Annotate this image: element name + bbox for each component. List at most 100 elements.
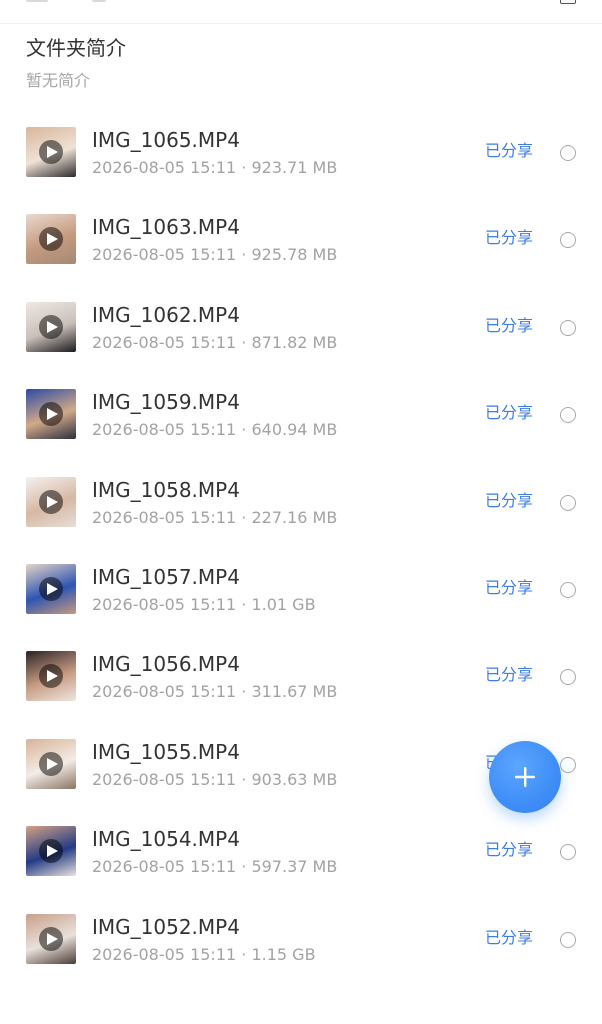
file-meta: 2026-08-05 15:11 · 1.01 GB [92, 594, 316, 616]
share-status[interactable]: 已分享 [485, 577, 533, 599]
meta-separator: · [236, 420, 252, 440]
video-thumbnail[interactable] [26, 651, 76, 702]
play-icon [39, 839, 63, 864]
file-name: IMG_1058.MP4 [92, 477, 240, 502]
file-date: 2026-08-05 15:11 [92, 158, 237, 177]
file-meta: 2026-08-05 15:11 · 903.63 MB [92, 769, 337, 791]
file-row[interactable]: IMG_1059.MP4 2026-08-05 15:11 · 640.94 M… [0, 370, 602, 457]
share-status[interactable]: 已分享 [485, 402, 533, 424]
file-size: 1.15 GB [251, 944, 316, 964]
back-icon[interactable] [26, 0, 48, 2]
file-name: IMG_1054.MP4 [92, 827, 240, 852]
file-meta: 2026-08-05 15:11 · 871.82 MB [92, 332, 337, 354]
meta-separator: · [236, 857, 252, 877]
share-status[interactable]: 已分享 [485, 227, 533, 249]
file-row[interactable]: IMG_1062.MP4 2026-08-05 15:11 · 871.82 M… [0, 283, 602, 370]
play-icon [39, 751, 63, 776]
video-thumbnail[interactable] [26, 913, 76, 964]
folder-info: 文件夹简介 暂无简介 [26, 34, 126, 92]
select-radio[interactable] [560, 232, 576, 249]
plus-icon [515, 767, 535, 787]
file-date: 2026-08-05 15:11 [92, 332, 237, 352]
share-status[interactable]: 已分享 [485, 140, 533, 162]
select-radio[interactable] [560, 756, 576, 773]
file-date: 2026-08-05 15:11 [92, 420, 237, 440]
more-icon[interactable] [560, 0, 576, 4]
file-name: IMG_1063.MP4 [92, 215, 240, 240]
folder-title: 文件夹简介 [26, 36, 126, 60]
meta-separator: · [236, 594, 252, 614]
share-status[interactable]: 已分享 [485, 315, 533, 337]
file-meta: 2026-08-05 15:11 · 1.15 GB [92, 944, 316, 966]
video-thumbnail[interactable] [26, 301, 76, 352]
file-date: 2026-08-05 15:11 [92, 769, 237, 789]
share-status[interactable]: 已分享 [485, 927, 533, 949]
select-radio[interactable] [560, 669, 576, 686]
file-row[interactable]: IMG_1052.MP4 2026-08-05 15:11 · 1.15 GB … [0, 895, 602, 982]
folder-description: 暂无简介 [26, 71, 91, 90]
play-icon [39, 314, 63, 339]
file-row[interactable]: IMG_1058.MP4 2026-08-05 15:11 · 227.16 M… [0, 458, 602, 545]
file-list: IMG_1065.MP4 2026-08-05 15:11 · 923.71 M… [0, 108, 602, 982]
select-radio[interactable] [560, 581, 576, 598]
meta-separator: · [236, 245, 252, 265]
play-icon [39, 489, 63, 514]
file-row[interactable]: IMG_1054.MP4 2026-08-05 15:11 · 597.37 M… [0, 807, 602, 894]
meta-separator: · [236, 158, 252, 177]
file-name: IMG_1059.MP4 [92, 390, 240, 415]
file-meta: 2026-08-05 15:11 · 311.67 MB [92, 681, 337, 703]
select-radio[interactable] [560, 319, 576, 336]
file-meta: 2026-08-05 15:11 · 923.71 MB [92, 157, 337, 179]
select-radio[interactable] [560, 844, 576, 861]
play-icon [39, 402, 63, 427]
file-row[interactable]: IMG_1056.MP4 2026-08-05 15:11 · 311.67 M… [0, 632, 602, 719]
file-date: 2026-08-05 15:11 [92, 245, 237, 265]
file-size: 923.71 MB [251, 158, 338, 177]
select-radio[interactable] [560, 494, 576, 511]
share-status[interactable]: 已分享 [485, 839, 533, 861]
file-name: IMG_1055.MP4 [92, 739, 240, 764]
play-icon [39, 664, 63, 689]
play-icon [39, 227, 63, 252]
file-date: 2026-08-05 15:11 [92, 507, 237, 527]
file-meta: 2026-08-05 15:11 · 640.94 MB [92, 419, 337, 441]
file-row[interactable]: IMG_1057.MP4 2026-08-05 15:11 · 1.01 GB … [0, 545, 602, 632]
file-name: IMG_1057.MP4 [92, 564, 240, 589]
share-status[interactable]: 已分享 [485, 490, 533, 512]
file-size: 903.63 MB [251, 769, 338, 789]
file-meta: 2026-08-05 15:11 · 227.16 MB [92, 507, 337, 529]
meta-separator: · [236, 332, 252, 352]
file-name: IMG_1065.MP4 [92, 128, 240, 152]
file-size: 311.67 MB [251, 682, 338, 702]
file-size: 227.16 MB [251, 507, 338, 527]
file-size: 925.78 MB [251, 245, 338, 265]
video-thumbnail[interactable] [26, 738, 76, 789]
meta-separator: · [236, 769, 252, 789]
file-date: 2026-08-05 15:11 [92, 682, 237, 702]
file-name: IMG_1056.MP4 [92, 652, 240, 677]
title-fragment [92, 0, 106, 2]
file-row[interactable]: IMG_1065.MP4 2026-08-05 15:11 · 923.71 M… [0, 108, 602, 195]
file-meta: 2026-08-05 15:11 · 925.78 MB [92, 244, 337, 266]
select-radio[interactable] [560, 407, 576, 424]
video-thumbnail[interactable] [26, 826, 76, 877]
video-thumbnail[interactable] [26, 127, 76, 177]
file-size: 871.82 MB [251, 332, 338, 352]
video-thumbnail[interactable] [26, 389, 76, 440]
select-radio[interactable] [560, 931, 576, 948]
select-radio[interactable] [560, 145, 576, 161]
add-button[interactable] [489, 741, 561, 813]
file-name: IMG_1062.MP4 [92, 302, 240, 327]
share-status[interactable]: 已分享 [485, 664, 533, 686]
file-date: 2026-08-05 15:11 [92, 857, 237, 877]
file-row[interactable]: IMG_1063.MP4 2026-08-05 15:11 · 925.78 M… [0, 195, 602, 282]
file-name: IMG_1052.MP4 [92, 914, 240, 939]
play-icon [39, 926, 63, 951]
top-bar [0, 0, 602, 24]
video-thumbnail[interactable] [26, 563, 76, 614]
video-thumbnail[interactable] [26, 476, 76, 527]
play-icon [39, 140, 63, 164]
video-thumbnail[interactable] [26, 214, 76, 265]
file-size: 597.37 MB [251, 857, 338, 877]
meta-separator: · [236, 507, 252, 527]
